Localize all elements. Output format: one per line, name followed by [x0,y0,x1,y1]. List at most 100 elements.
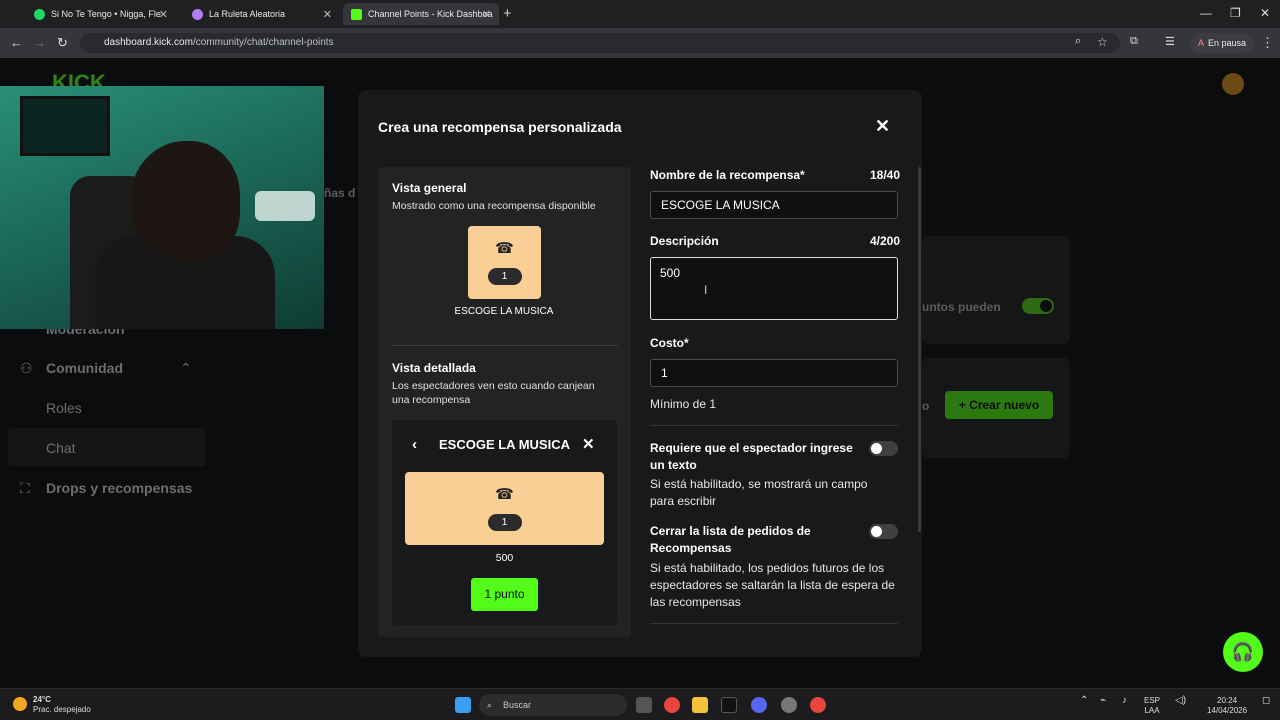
chrome-icon[interactable] [664,697,680,713]
settings-card [922,236,1070,344]
cost-input[interactable]: 1 [650,359,898,387]
tab-title: Si No Te Tengo • Nigga, Fle [51,9,161,19]
new-tab-button[interactable]: + [503,5,512,22]
close-queue-toggle[interactable] [869,524,898,539]
network-icon[interactable]: ⌁ [1100,696,1106,706]
language-code: ESP [1144,696,1161,705]
create-new-button[interactable]: + Crear nuevo [945,391,1053,419]
chrome-active-icon[interactable] [810,697,826,713]
media-icon[interactable]: ☰ [1165,35,1175,48]
bookmark-icon[interactable]: ☆ [1097,35,1108,49]
bg-partial-label: untos pueden [922,300,1001,314]
tab-title: Channel Points - Kick Dashboa [368,9,493,19]
notifications-icon[interactable]: ◻ [1262,696,1270,706]
taskbar-search[interactable]: ⌕ Buscar [479,694,627,716]
description-counter: 4/200 [869,234,900,248]
clock-time: 20:24 [1217,696,1238,705]
close-tab-icon[interactable]: ✕ [323,8,332,21]
background-toggle[interactable] [1022,298,1054,314]
bg-partial-label: o [922,399,930,413]
file-explorer-icon[interactable] [692,697,708,713]
user-avatar[interactable] [1222,73,1244,95]
windows-taskbar: 24°C Prac. despejado ⌕ Buscar ⌃ ⌁ ♪ ESP … [0,688,1280,720]
profile-avatar-icon: A [1198,38,1205,48]
task-view-icon[interactable] [636,697,652,713]
back-icon[interactable]: ← [10,35,23,50]
menu-icon[interactable]: ⋮ [1261,35,1274,51]
forward-icon[interactable]: → [33,35,46,50]
browser-toolbar: ← → ↻ dashboard.kick.com/community/chat/… [0,28,1280,58]
browser-tab-ruleta[interactable]: La Ruleta Aleatoria ✕ [184,3,340,25]
minimize-icon[interactable]: — [1200,6,1212,20]
create-new-label: Crear nuevo [969,398,1040,412]
close-queue-label: Cerrar la lista de pedidos de Recompensa… [650,524,811,555]
reward-form: Nombre de la recompensa* 18/40 ESCOGE LA… [650,167,900,637]
weather-widget[interactable]: 24°C Prac. despejado [33,695,91,715]
extensions-icon[interactable]: ⧉ [1130,35,1138,48]
reward-card-name: ESCOGE LA MUSICA [454,306,554,317]
description-label: Descripción [650,234,719,248]
weather-temp: 24°C [33,695,51,704]
clock[interactable]: 20:24 14/04/2026 [1207,696,1247,716]
detail-subtitle: Los espectadores ven esto cuando canjean… [392,380,595,406]
webcam-tv [20,96,110,156]
overview-subtitle: Mostrado como una recompensa disponible [392,200,596,212]
sidebar-item-roles[interactable]: Roles [46,400,82,416]
address-bar[interactable]: dashboard.kick.com/community/chat/channe… [80,33,1120,53]
reward-card-large: ☎ 1 [405,472,604,545]
sidebar-item-drops[interactable]: Drops y recompensas [46,480,192,496]
browser-tab-kick[interactable]: Channel Points - Kick Dashboa ✕ [343,3,499,25]
microphone-icon[interactable]: ♪ [1122,696,1127,706]
overview-title: Vista general [392,181,467,195]
detail-description: 500 [495,552,514,564]
zoom-icon[interactable]: ⌕ [1075,35,1081,48]
windows-start-icon[interactable] [455,697,471,713]
require-text-label: Requiere que el espectador ingrese un te… [650,441,853,472]
clock-date: 14/04/2026 [1207,706,1248,715]
webcam-person-head [130,141,240,261]
description-input[interactable]: 500 [650,257,898,320]
create-reward-modal: Crea una recompensa personalizada ✕ Vist… [358,90,922,657]
cost-pill: 1 [487,514,522,531]
tiktok-icon[interactable] [721,697,737,713]
reward-name-input[interactable]: ESCOGE LA MUSICA [650,191,898,219]
webcam-light [255,191,315,221]
profile-button[interactable]: A En pausa [1190,33,1255,53]
chevron-up-icon[interactable]: ⌃ [1080,696,1088,706]
maximize-icon[interactable]: ❐ [1230,6,1241,20]
language-indicator[interactable]: ESP LAA [1144,696,1160,716]
close-icon[interactable]: ✕ [582,435,595,453]
spotify-icon [34,8,45,20]
close-icon[interactable]: ✕ [875,116,890,137]
reward-preview: Vista general Mostrado como una recompen… [378,167,631,637]
volume-icon[interactable]: ◁) [1175,696,1186,706]
app-icon[interactable] [781,697,797,713]
modal-scrollbar[interactable] [918,167,921,532]
keyboard-layout: LAA [1144,706,1160,715]
weather-desc: Prac. despejado [33,705,91,714]
sidebar-item-chat[interactable]: Chat [46,440,76,456]
sidebar-item-comunidad[interactable]: Comunidad [46,360,123,376]
people-icon: ⚇ [20,360,33,376]
close-tab-icon[interactable]: ✕ [159,8,168,21]
help-button[interactable]: 🎧 [1223,632,1263,672]
divider [392,345,618,346]
divider [650,623,898,624]
close-window-icon[interactable]: ✕ [1260,6,1270,20]
discord-icon[interactable] [751,697,767,713]
close-tab-icon[interactable]: ✕ [482,8,491,21]
url-host: dashboard.kick.com [104,37,193,48]
text-cursor-icon: I [704,283,708,297]
redeem-button[interactable]: 1 punto [471,578,538,611]
browser-tab-music[interactable]: Si No Te Tengo • Nigga, Fle ✕ [26,3,176,25]
require-text-toggle[interactable] [869,441,898,456]
reload-icon[interactable]: ↻ [57,35,68,51]
divider [650,425,898,426]
modal-title: Crea una recompensa personalizada [378,119,622,135]
search-label: Buscar [503,700,532,710]
cost-hint: Mínimo de 1 [650,397,717,411]
chevron-up-icon[interactable]: ⌃ [180,360,192,377]
bg-partial-label: ñas d [324,186,356,200]
telephone-icon: ☎ [495,240,514,257]
profile-status: En pausa [1208,38,1247,48]
